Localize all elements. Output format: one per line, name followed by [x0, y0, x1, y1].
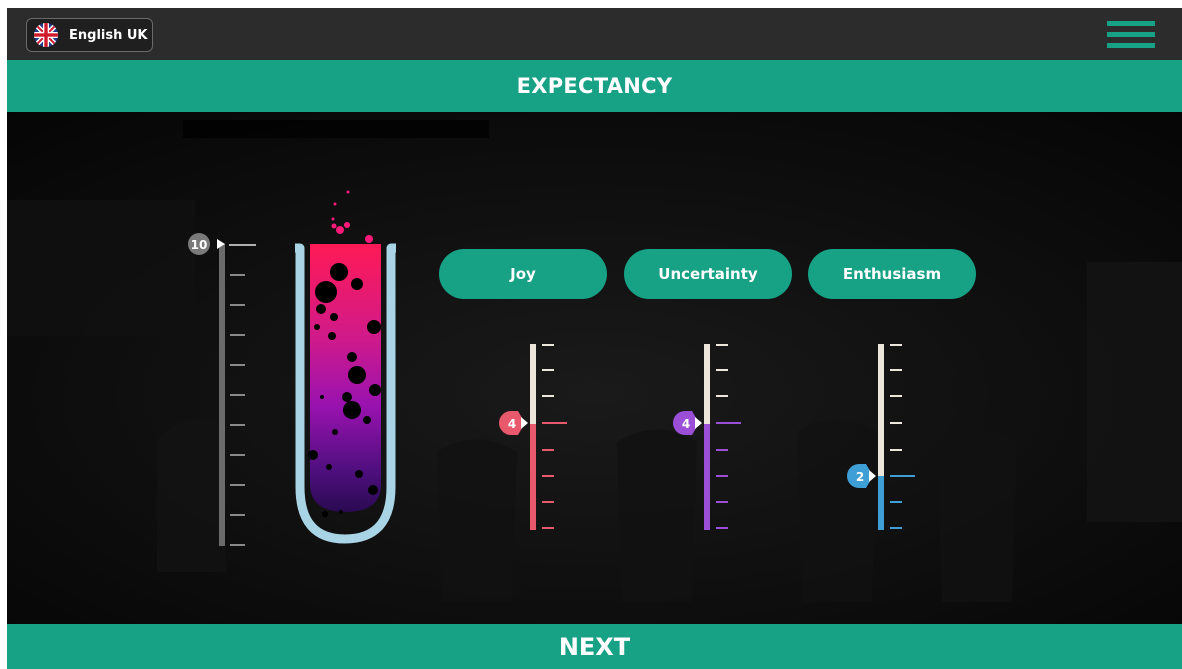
emotion-button-joy[interactable]: Joy — [439, 249, 607, 299]
emotion-button-enthusiasm[interactable]: Enthusiasm — [808, 249, 976, 299]
joy-value: 4 — [508, 417, 516, 431]
emotion-label-uncertainty: Uncertainty — [658, 265, 758, 283]
page-title: EXPECTANCY — [516, 74, 673, 98]
language-selector-button[interactable]: English UK — [26, 18, 153, 52]
next-button[interactable]: NEXT — [7, 624, 1182, 669]
emotion-button-uncertainty[interactable]: Uncertainty — [624, 249, 792, 299]
enthusiasm-value: 2 — [856, 470, 864, 484]
uk-flag-icon — [34, 23, 58, 47]
emotion-label-joy: Joy — [510, 265, 536, 283]
top-bar: English UK — [7, 8, 1182, 60]
main-scale-value: 10 — [191, 238, 208, 252]
scene: 10 4 4 2 Joy Uncertainty Enthusiasm — [7, 112, 1182, 624]
uncertainty-value: 4 — [682, 417, 690, 431]
hamburger-menu-icon[interactable] — [1107, 21, 1155, 49]
language-label: English UK — [69, 27, 148, 43]
app-frame: English UK EXPECTANCY 10 4 4 2 Joy Uncer… — [7, 8, 1182, 669]
title-bar: EXPECTANCY — [7, 60, 1182, 112]
next-label: NEXT — [558, 632, 631, 661]
scene-graphics: 10 4 4 2 — [7, 112, 1182, 624]
emotion-label-enthusiasm: Enthusiasm — [842, 265, 942, 283]
